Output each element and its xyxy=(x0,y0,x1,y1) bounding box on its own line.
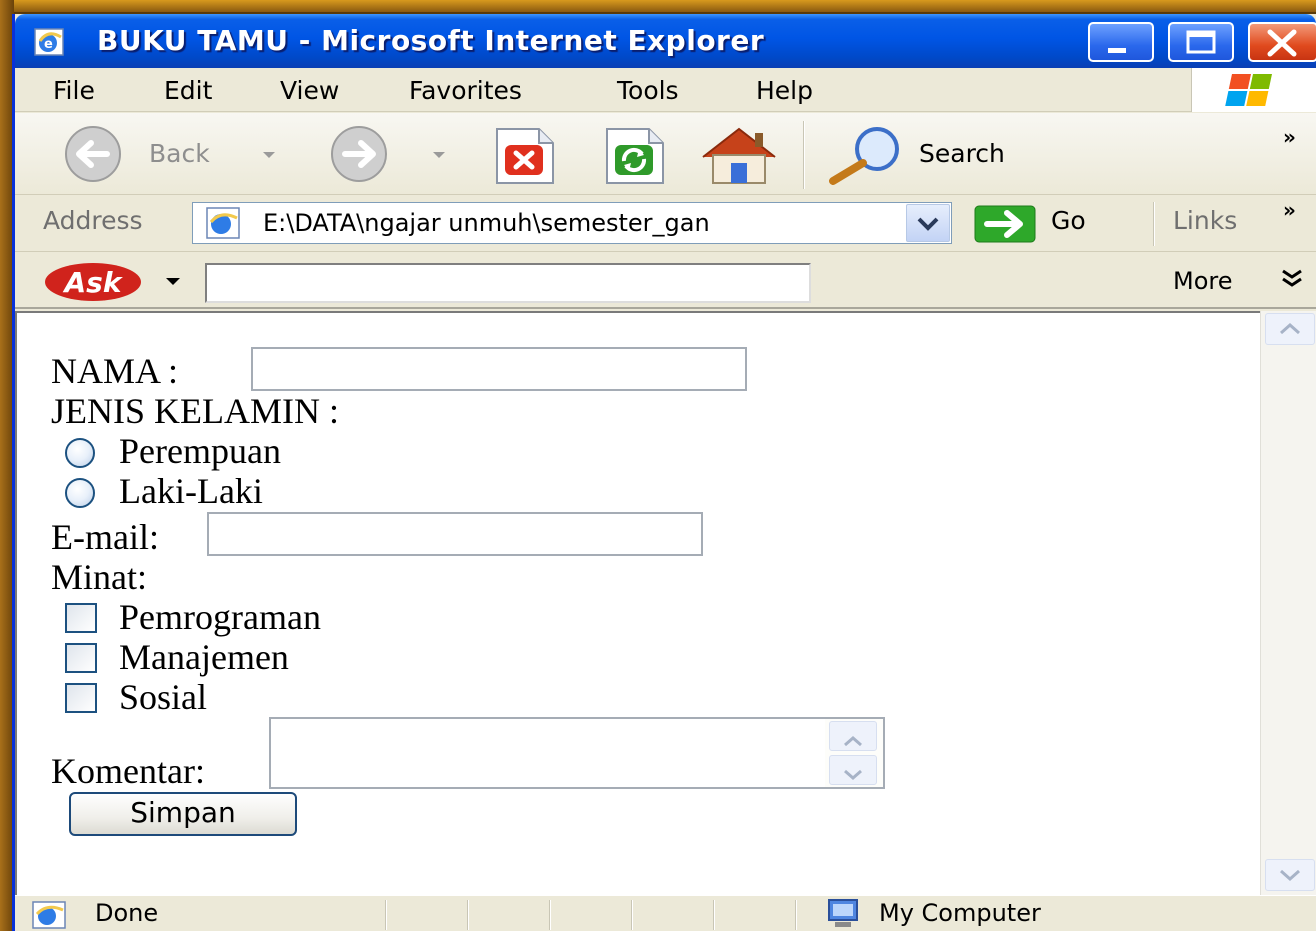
ask-logo[interactable]: Ask xyxy=(43,259,143,305)
toolbar-overflow-chevron[interactable]: » xyxy=(1283,125,1296,149)
back-button[interactable]: Back xyxy=(51,125,291,183)
menu-view[interactable]: View xyxy=(280,76,339,105)
address-separator xyxy=(1153,202,1155,246)
standard-toolbar: Back Search » xyxy=(15,113,1316,195)
toolbar-separator xyxy=(803,121,805,189)
manajemen-label: Manajemen xyxy=(119,637,289,677)
menu-help[interactable]: Help xyxy=(756,76,813,105)
textarea-scrollbar[interactable] xyxy=(825,719,883,787)
home-icon[interactable] xyxy=(697,125,781,187)
windows-logo-area xyxy=(1191,68,1316,112)
nama-input[interactable] xyxy=(251,347,747,391)
ask-toolbar: Ask More xyxy=(15,253,1316,309)
menu-tools[interactable]: Tools xyxy=(617,76,679,105)
maximize-icon xyxy=(1186,30,1216,54)
email-input[interactable] xyxy=(207,512,703,556)
status-separator xyxy=(467,900,469,930)
simpan-button[interactable]: Simpan xyxy=(69,792,297,836)
minimize-button[interactable] xyxy=(1088,22,1154,62)
browser-window: e BUKU TAMU - Microsoft Internet Explore… xyxy=(12,14,1316,931)
komentar-textarea[interactable] xyxy=(269,717,885,789)
back-label: Back xyxy=(149,139,210,168)
title-bar[interactable]: e BUKU TAMU - Microsoft Internet Explore… xyxy=(15,14,1316,68)
links-overflow-chevron[interactable]: » xyxy=(1283,198,1296,222)
go-arrow-icon xyxy=(974,205,1036,243)
page-scrollbar[interactable] xyxy=(1260,311,1316,895)
sosial-label: Sosial xyxy=(119,677,208,717)
my-computer-icon xyxy=(828,899,858,927)
status-bar: Done My Computer xyxy=(15,895,1316,931)
minimize-icon xyxy=(1108,48,1126,53)
address-bar: Address E:\DATA\ngajar unmuh\semester_ga… xyxy=(15,196,1316,252)
status-text: Done xyxy=(95,899,159,927)
pemrograman-label: Pemrograman xyxy=(119,597,321,637)
textarea-scroll-up-button[interactable] xyxy=(829,721,877,751)
address-input[interactable]: E:\DATA\ngajar unmuh\semester_gan xyxy=(192,202,952,244)
windows-flag-icon xyxy=(1225,74,1272,106)
ask-logo-text: Ask xyxy=(63,266,124,299)
page-done-icon xyxy=(32,901,66,929)
more-chevron-icon[interactable] xyxy=(1279,267,1305,293)
menu-file[interactable]: File xyxy=(53,76,95,105)
nama-label: NAMA : xyxy=(51,351,179,391)
address-label: Address xyxy=(43,206,143,235)
forward-arrow-icon xyxy=(331,126,387,182)
radio-perempuan[interactable] xyxy=(65,438,95,468)
status-separator xyxy=(549,900,551,930)
status-separator xyxy=(795,900,797,930)
close-button[interactable] xyxy=(1248,22,1316,62)
page-content: NAMA : JENIS KELAMIN : Perempuan Laki-La… xyxy=(15,311,1260,895)
perempuan-label: Perempuan xyxy=(119,431,281,471)
checkbox-pemrograman[interactable] xyxy=(65,603,97,633)
radio-laki-laki[interactable] xyxy=(65,478,95,508)
textarea-scroll-down-button[interactable] xyxy=(829,755,877,785)
laki-laki-label: Laki-Laki xyxy=(119,471,263,511)
refresh-icon[interactable] xyxy=(601,125,671,185)
links-label[interactable]: Links xyxy=(1173,206,1237,235)
window-title: BUKU TAMU - Microsoft Internet Explorer xyxy=(97,24,765,57)
status-separator xyxy=(385,900,387,930)
address-dropdown-button[interactable] xyxy=(906,204,950,242)
zone-text: My Computer xyxy=(879,899,1041,927)
minat-label: Minat: xyxy=(51,557,147,597)
status-separator xyxy=(631,900,633,930)
forward-dropdown-icon[interactable] xyxy=(433,152,445,158)
svg-text:e: e xyxy=(44,37,53,52)
jenis-kelamin-label: JENIS KELAMIN : xyxy=(51,391,339,431)
menu-edit[interactable]: Edit xyxy=(164,76,212,105)
checkbox-manajemen[interactable] xyxy=(65,643,97,673)
forward-button[interactable] xyxy=(315,125,455,183)
more-label[interactable]: More xyxy=(1173,267,1233,295)
go-label: Go xyxy=(1051,206,1086,235)
ask-search-input[interactable] xyxy=(205,263,811,303)
scroll-up-button[interactable] xyxy=(1265,313,1315,345)
address-value: E:\DATA\ngajar unmuh\semester_gan xyxy=(263,209,710,237)
status-separator xyxy=(713,900,715,930)
chevron-down-icon xyxy=(844,769,862,780)
close-icon xyxy=(1267,29,1297,57)
desktop-background-top xyxy=(0,0,1316,12)
search-button[interactable]: Search xyxy=(821,125,1061,185)
back-dropdown-icon[interactable] xyxy=(263,152,275,158)
checkbox-sosial[interactable] xyxy=(65,683,97,713)
menu-bar: File Edit View Favorites Tools Help xyxy=(15,68,1316,112)
page-icon xyxy=(206,207,240,239)
chevron-up-icon xyxy=(1280,322,1300,335)
email-label: E-mail: xyxy=(51,517,159,557)
scroll-down-button[interactable] xyxy=(1265,859,1315,891)
menu-favorites[interactable]: Favorites xyxy=(409,76,522,105)
back-arrow-icon xyxy=(65,126,121,182)
chevron-down-icon xyxy=(1280,869,1300,882)
chevron-down-icon xyxy=(917,217,939,231)
ie-page-icon: e xyxy=(34,28,64,56)
ask-dropdown-icon[interactable] xyxy=(163,273,183,289)
search-label: Search xyxy=(919,139,1005,168)
komentar-label: Komentar: xyxy=(51,751,205,791)
stop-icon[interactable] xyxy=(491,125,561,185)
chevron-up-icon xyxy=(844,736,862,747)
search-icon xyxy=(829,127,899,185)
go-button[interactable]: Go xyxy=(973,202,1113,246)
maximize-button[interactable] xyxy=(1168,22,1234,62)
